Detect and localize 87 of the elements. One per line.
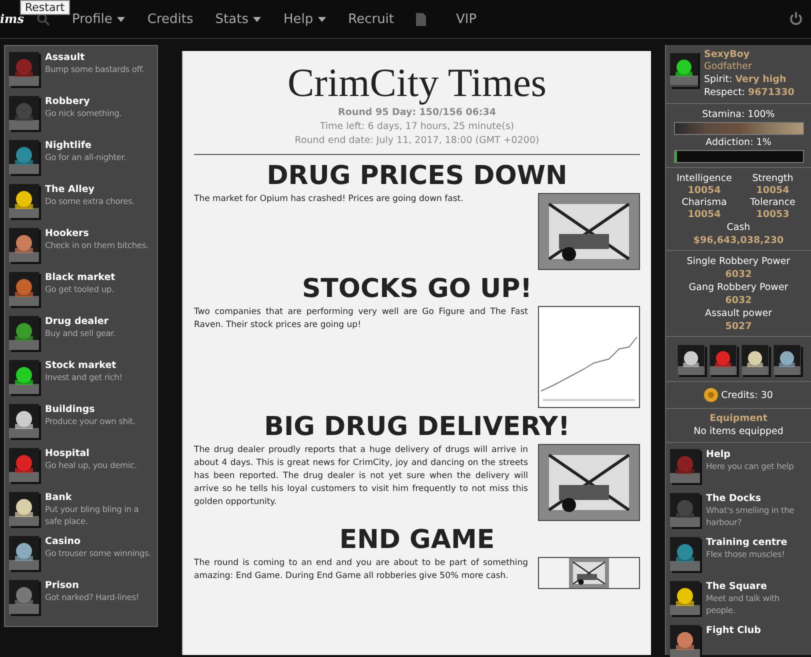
article-text: The market for Opium has crashed! Prices are going down fast.	[194, 193, 464, 206]
menu-title[interactable]: Hookers	[45, 228, 148, 239]
article-text: The round is coming to an end and you are about to be part of something amazing: End Game. During End Game all robberies give 50% more cash.	[194, 557, 528, 583]
menu-title[interactable]: Robbery	[45, 96, 122, 107]
menu-description: Buy and sell gear.	[45, 327, 116, 339]
spirit-label: Spirit: Very high	[704, 73, 788, 86]
nav-item[interactable]: Credits	[147, 12, 194, 26]
article-text: The drug dealer proudly reports that a huge delivery of drugs will arrive in about 4 days. This is great news for CrimCity, joy and dancing on the streets has been reported. The drug dealer is not yet sure when the delivery will arrive so he tells his loyal customers to visit him frequently to not miss this golden opportunity.	[194, 444, 528, 509]
menu-title[interactable]: The Alley	[45, 184, 135, 195]
round-info: Round 95 Day: 150/156 06:34	[337, 106, 497, 120]
caret-icon	[318, 16, 326, 22]
menu-title[interactable]: Nightlife	[45, 140, 126, 151]
credits-count: Credits: 30	[721, 388, 773, 402]
headline: END GAME	[338, 525, 496, 555]
caret-icon	[253, 16, 262, 22]
stamina-label: Stamina: 100%	[702, 108, 775, 121]
menu-title[interactable]: Casino	[45, 536, 152, 547]
power-value: 6032	[725, 269, 752, 280]
tooltip: Restart	[20, 0, 70, 15]
menu-title[interactable]: Fight Club	[706, 625, 761, 636]
power-icon[interactable]	[789, 12, 803, 26]
stat-label: Tolerance	[749, 196, 796, 209]
menu-description: Do some extra chores.	[45, 195, 135, 207]
menu-description: Here you can get help	[706, 460, 794, 472]
menu-description: Bump some bastards off.	[45, 63, 144, 75]
nav-item[interactable]: Stats	[215, 12, 262, 26]
menu-title[interactable]: Assault	[45, 52, 144, 63]
menu-title[interactable]: The Docks	[706, 493, 811, 504]
cash-label: Cash	[726, 221, 750, 234]
equipment-status: No items equipped	[694, 425, 784, 438]
stat-value: 10054	[688, 209, 721, 220]
menu-title[interactable]: Stock market	[45, 360, 122, 371]
menu-description: Put your bling bling in a safe place.	[45, 503, 140, 527]
menu-title[interactable]: The Square	[706, 581, 811, 592]
menu-description: Go get tooled up.	[45, 283, 115, 295]
power-value: 5027	[725, 321, 752, 332]
nav-item[interactable]: VIP	[456, 12, 477, 26]
round-end-date: Round end date: July 11, 2017, 18:00 (GMT +0200)	[294, 134, 540, 148]
menu-title[interactable]: Buildings	[45, 404, 136, 415]
time-left: Time left: 6 days, 17 hours, 25 minute(s)	[318, 120, 516, 134]
menu-description: Go heal up, you demic.	[45, 459, 137, 471]
menu-description: Flex those muscles!	[706, 548, 786, 560]
logo[interactable]: ims	[0, 12, 26, 26]
menu-description: Go trouser some winnings.	[45, 547, 152, 559]
cash-value: $96,643,038,230	[693, 235, 784, 246]
search-icon[interactable]	[36, 12, 50, 26]
stat-value: 10053	[756, 209, 790, 220]
menu-title[interactable]: Prison	[45, 580, 139, 591]
menu-description: Go nick something.	[45, 107, 122, 119]
power-label: Assault power	[705, 307, 772, 320]
addiction-label: Addiction: 1%	[706, 136, 772, 149]
coin-icon	[704, 388, 718, 402]
menu-title[interactable]: Black market	[45, 272, 116, 283]
nav-item[interactable]: Profile	[72, 12, 126, 26]
menu-description: What's smelling in the harbour?	[706, 504, 796, 528]
document-icon[interactable]	[416, 12, 426, 26]
stat-label: Intelligence	[676, 172, 733, 185]
player-rank: Godfather	[704, 60, 753, 73]
menu-title[interactable]: Drug dealer	[45, 316, 116, 327]
menu-title[interactable]: Hospital	[45, 448, 137, 459]
article-text: Two companies that are performing very well are Go Figure and The Fast Raven. Their stock prices are going up!	[194, 306, 528, 332]
equipment-title: Equipment	[710, 413, 768, 424]
menu-description: Invest and get rich!	[45, 371, 122, 383]
newspaper-title: CrimCity Times	[286, 59, 548, 106]
menu-description: Check in on them bitches.	[45, 239, 148, 251]
menu-description: Meet and talk with people.	[706, 592, 781, 616]
menu-title[interactable]: Training centre	[706, 537, 788, 548]
stat-label: Charisma	[680, 196, 728, 209]
power-label: Single Robbery Power	[686, 255, 790, 268]
respect-label: Respect: 9671330	[704, 86, 794, 99]
headline: STOCKS GO UP!	[300, 274, 534, 304]
menu-description: Go for an all-nighter.	[45, 151, 126, 163]
stat-label: Strength	[751, 172, 794, 185]
headline: BIG DRUG DELIVERY!	[263, 412, 571, 442]
menu-description: Got narked? Hard-lines!	[45, 591, 139, 603]
caret-icon	[117, 16, 126, 22]
power-value: 6032	[725, 295, 752, 306]
stat-value: 10054	[756, 185, 790, 196]
power-label: Gang Robbery Power	[688, 281, 788, 294]
player-name[interactable]: SexyBoy	[704, 49, 794, 60]
menu-title[interactable]: Help	[706, 449, 794, 460]
nav-item[interactable]: Help	[283, 12, 326, 26]
headline: DRUG PRICES DOWN	[266, 161, 568, 191]
menu-description: Produce your own shit.	[45, 415, 136, 427]
stat-value: 10054	[688, 185, 721, 196]
nav-item[interactable]: Recruit	[348, 12, 394, 26]
menu-title[interactable]: Bank	[45, 492, 157, 503]
